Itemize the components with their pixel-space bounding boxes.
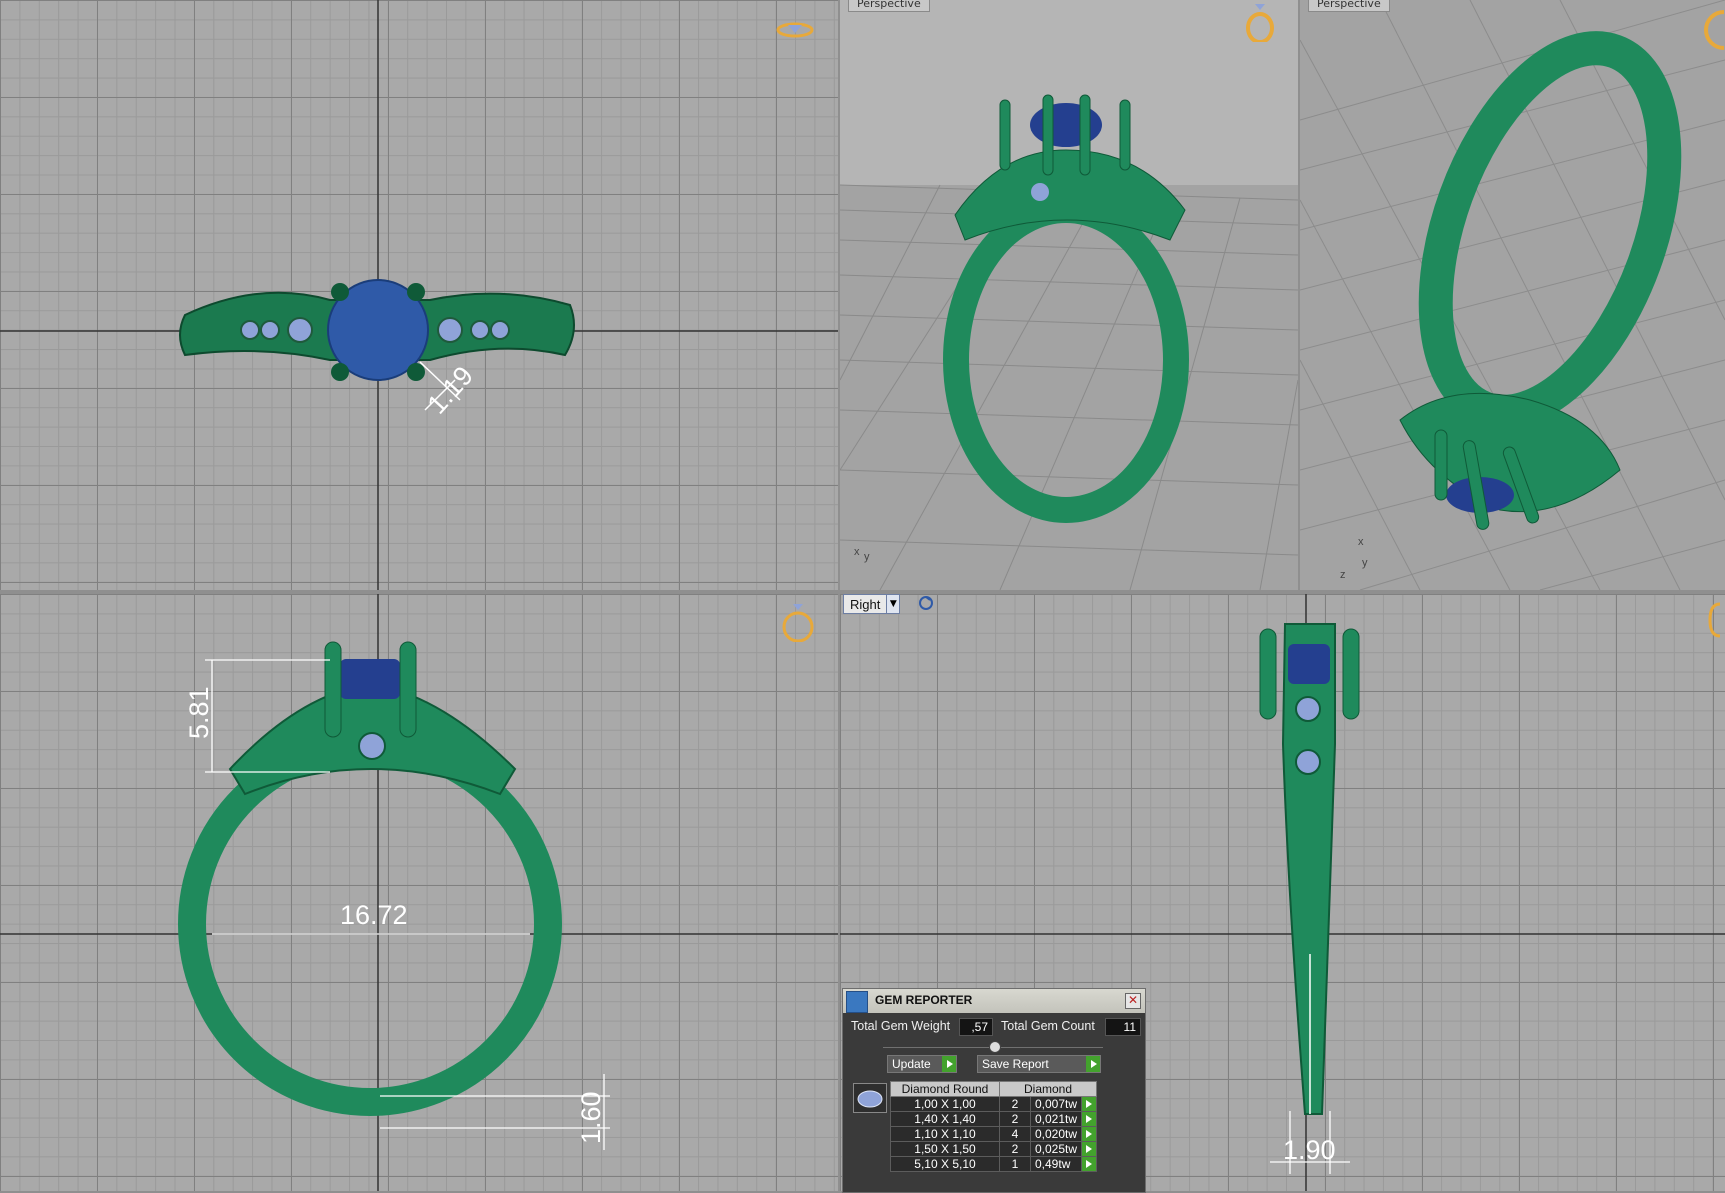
view-navigator-icon[interactable] [775,15,815,55]
table-row[interactable]: 1,40 X 1,40 2 0,021tw [890,1111,1098,1127]
viewport-front[interactable]: 5.81 16.72 1.60 [0,594,838,1191]
viewport-label[interactable]: Perspective [848,0,930,12]
gem-size: 1,10 X 1,10 [890,1126,1000,1142]
save-report-button-label: Save Report [982,1057,1049,1071]
svg-text:y: y [1362,557,1368,569]
play-arrow-icon [942,1056,956,1072]
ring-top-view: 1.19 [0,0,838,590]
gem-weight: 0,020tw [1029,1126,1083,1142]
play-arrow-icon [1086,1056,1100,1072]
ring-perspective-angled: x y z [1300,0,1725,590]
gem-weight: 0,007tw [1029,1096,1083,1112]
total-gem-count-value: 11 [1105,1018,1141,1036]
update-button-label: Update [892,1057,931,1071]
table-row[interactable]: 1,00 X 1,00 2 0,007tw [890,1096,1098,1112]
viewport-perspective-2[interactable]: x y z Perspective [1300,0,1725,590]
table-header-material: Diamond [998,1081,1098,1097]
gem-weight: 0,021tw [1029,1111,1083,1127]
play-arrow-icon[interactable] [1081,1096,1098,1112]
svg-text:y: y [864,551,870,563]
collapse-handle[interactable] [989,1041,1001,1053]
gem-table: Diamond Round Diamond 1,00 X 1,00 2 0,00… [890,1081,1098,1172]
view-select-dropdown[interactable]: Right ▼ [843,594,901,614]
ring-perspective-front: x y [840,0,1298,590]
gem-size: 1,40 X 1,40 [890,1111,1000,1127]
gem-reporter-logo-icon [846,991,868,1013]
view-navigator-icon[interactable] [1696,10,1725,50]
play-arrow-icon[interactable] [1081,1111,1098,1127]
view-navigator-icon[interactable] [778,602,818,642]
gem-count: 1 [999,1156,1031,1172]
gem-size: 1,50 X 1,50 [890,1141,1000,1157]
table-row[interactable]: 1,50 X 1,50 2 0,025tw [890,1141,1098,1157]
dim-height: 5.81 [184,686,214,739]
svg-text:x: x [1358,536,1364,548]
gem-reporter-title: GEM REPORTER [875,993,973,1007]
svg-text:z: z [1340,569,1346,581]
play-arrow-icon[interactable] [1081,1141,1098,1157]
dim-width: 1.90 [1283,1135,1336,1165]
total-gem-weight-value: ,57 [959,1018,993,1036]
close-icon[interactable]: ✕ [1125,993,1141,1009]
gem-size: 1,00 X 1,00 [890,1096,1000,1112]
play-arrow-icon[interactable] [1081,1126,1098,1142]
play-arrow-icon[interactable] [1081,1156,1098,1172]
view-navigator-icon[interactable] [1690,600,1725,640]
table-header-shape: Diamond Round [890,1081,1000,1097]
dim-diameter: 16.72 [340,900,408,930]
round-gem-icon [853,1083,887,1113]
gem-reporter-panel[interactable]: GEM REPORTER ✕ Total Gem Weight ,57 Tota… [842,988,1146,1193]
ring-front-view: 5.81 16.72 1.60 [0,594,838,1191]
dim-prong: 1.19 [422,360,479,419]
gem-count: 2 [999,1096,1031,1112]
update-button[interactable]: Update [887,1055,957,1073]
gem-reporter-titlebar[interactable]: GEM REPORTER ✕ [843,989,1145,1013]
viewport-label[interactable]: Perspective [1308,0,1390,12]
viewport-top[interactable]: 1.19 [0,0,838,590]
save-report-button[interactable]: Save Report [977,1055,1101,1073]
viewport-perspective-1[interactable]: x y Perspective [840,0,1298,590]
total-gem-weight-label: Total Gem Weight [851,1019,951,1033]
rotate-view-icon[interactable] [918,595,934,611]
table-row[interactable]: 1,10 X 1,10 4 0,020tw [890,1126,1098,1142]
dim-thickness: 1.60 [576,1091,606,1144]
view-navigator-icon[interactable] [1240,2,1280,42]
gem-size: 5,10 X 5,10 [890,1156,1000,1172]
total-gem-count-label: Total Gem Count [1001,1019,1095,1033]
gem-count: 4 [999,1126,1031,1142]
gem-count: 2 [999,1111,1031,1127]
table-row[interactable]: 5,10 X 5,10 1 0,49tw [890,1156,1098,1172]
gem-count: 2 [999,1141,1031,1157]
svg-text:x: x [854,546,860,558]
gem-weight: 0,49tw [1029,1156,1083,1172]
view-select-value: Right [850,596,881,612]
gem-weight: 0,025tw [1029,1141,1083,1157]
chevron-down-icon[interactable]: ▼ [886,595,900,613]
